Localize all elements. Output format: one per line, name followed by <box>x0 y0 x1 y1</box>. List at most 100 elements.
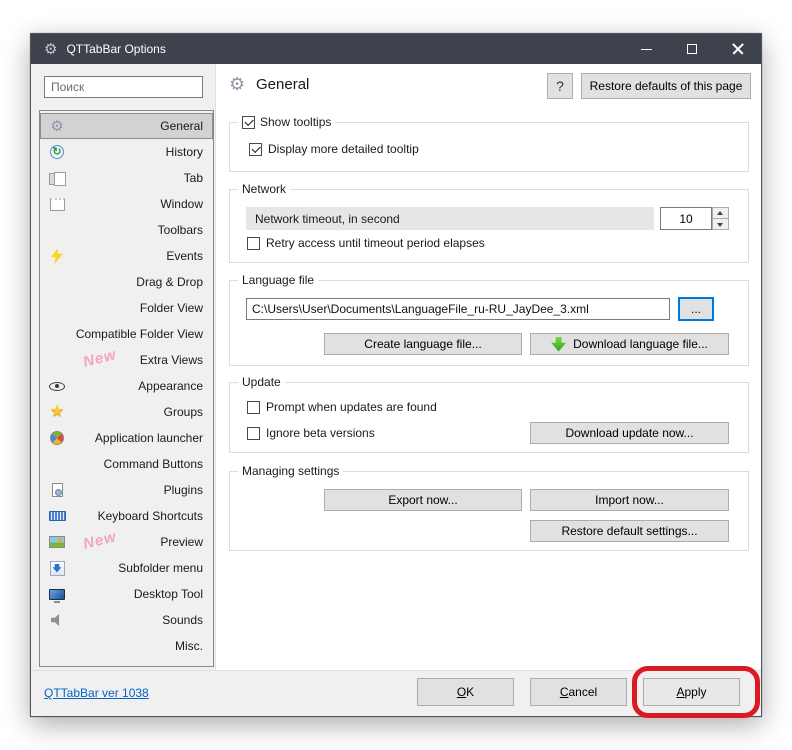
stepper-up-button[interactable] <box>712 207 729 219</box>
sidebar-item-appearance[interactable]: Appearance <box>40 373 213 399</box>
sidebar-item-label: Misc. <box>175 639 203 653</box>
sidebar-item-tab[interactable]: Tab <box>40 165 213 191</box>
sidebar-item-toolbars[interactable]: Toolbars <box>40 217 213 243</box>
sidebar-item-general[interactable]: ⚙ General <box>40 113 213 139</box>
restore-default-settings-button[interactable]: Restore default settings... <box>530 520 729 542</box>
sidebar-item-label: Appearance <box>138 379 203 393</box>
sidebar-item-window[interactable]: Window <box>40 191 213 217</box>
cancel-rest: ancel <box>568 685 598 699</box>
plugin-icon <box>51 483 63 497</box>
network-group: Network Network timeout, in second 10 Re… <box>229 182 749 263</box>
footer-bar: QTTabBar ver 1038 OK Cancel Apply <box>31 670 761 716</box>
sidebar-item-application-launcher[interactable]: Application launcher <box>40 425 213 451</box>
managing-group-title: Managing settings <box>242 464 340 478</box>
close-button[interactable] <box>715 34 761 64</box>
cancel-button[interactable]: Cancel <box>530 678 627 706</box>
version-link[interactable]: QTTabBar ver 1038 <box>44 686 149 700</box>
sidebar-item-label: Keyboard Shortcuts <box>97 509 203 523</box>
detailed-tooltip-label: Display more detailed tooltip <box>268 142 419 156</box>
language-file-group: Language file ... Create language file..… <box>229 273 749 366</box>
show-tooltips-label: Show tooltips <box>260 115 332 129</box>
page-gear-icon: ⚙ <box>229 74 246 94</box>
search-input[interactable] <box>44 76 203 98</box>
monitor-icon <box>49 588 65 603</box>
detailed-tooltip-checkbox[interactable] <box>249 142 262 156</box>
download-arrow-icon <box>551 336 567 352</box>
sidebar-item-label: Window <box>160 197 203 211</box>
minimize-icon <box>640 48 652 50</box>
tooltips-group: Show tooltips Display more detailed tool… <box>229 115 749 172</box>
sidebar-item-groups[interactable]: ★ Groups <box>40 399 213 425</box>
import-now-button[interactable]: Import now... <box>530 489 729 511</box>
sidebar-item-label: Extra Views <box>139 353 203 367</box>
prompt-updates-row: Prompt when updates are found <box>247 400 437 414</box>
network-timeout-bar: Network timeout, in second <box>246 207 654 230</box>
sidebar-item-compatible-folder-view[interactable]: Compatible Folder View <box>40 321 213 347</box>
download-update-button[interactable]: Download update now... <box>530 422 729 444</box>
network-group-legend: Network <box>238 182 291 196</box>
window-icon <box>49 197 65 211</box>
sidebar-item-label: Toolbars <box>157 223 203 237</box>
ok-key: O <box>456 685 467 699</box>
show-tooltips-checkbox[interactable] <box>242 115 255 129</box>
language-group-legend: Language file <box>238 273 319 287</box>
apply-rest: pply <box>684 685 707 699</box>
window-title: QTTabBar Options <box>66 42 166 56</box>
ignore-beta-checkbox[interactable] <box>247 426 260 440</box>
sidebar-item-label: Preview <box>160 535 203 549</box>
browse-button[interactable]: ... <box>678 297 714 321</box>
create-language-file-button[interactable]: Create language file... <box>324 333 522 355</box>
maximize-button[interactable] <box>669 34 715 64</box>
language-file-path-input[interactable] <box>246 298 670 320</box>
tab-icon <box>49 171 66 186</box>
gear-icon: ⚙ <box>50 117 64 135</box>
sidebar-item-preview[interactable]: Preview New <box>40 528 213 555</box>
main-panel: ⚙ General ? Restore defaults of this pag… <box>215 64 761 670</box>
minimize-button[interactable] <box>623 34 669 64</box>
app-gear-icon: ⚙ <box>44 40 58 58</box>
sidebar-item-label: Desktop Tool <box>133 587 203 601</box>
sidebar-item-drag-drop[interactable]: Drag & Drop <box>40 269 213 295</box>
detailed-tooltip-row: Display more detailed tooltip <box>249 142 419 156</box>
sidebar-item-events[interactable]: Events <box>40 243 213 269</box>
sidebar-item-label: Command Buttons <box>103 457 203 471</box>
retry-access-checkbox[interactable] <box>247 236 260 250</box>
sidebar-item-label: Folder View <box>139 301 203 315</box>
restore-defaults-page-button[interactable]: Restore defaults of this page <box>581 73 751 99</box>
network-timeout-input[interactable]: 10 <box>660 207 712 230</box>
sidebar-item-subfolder-menu[interactable]: Subfolder menu <box>40 555 213 581</box>
history-icon <box>50 145 64 159</box>
retry-access-label: Retry access until timeout period elapse… <box>266 236 485 250</box>
sidebar-item-extra-views[interactable]: Extra Views New <box>40 346 213 373</box>
sidebar-item-keyboard-shortcuts[interactable]: Keyboard Shortcuts <box>40 503 213 529</box>
category-list: ⚙ General History Tab Window Toolbars Events Dr… <box>39 110 214 667</box>
help-button[interactable]: ? <box>547 73 573 99</box>
sidebar-item-label: Application launcher <box>94 431 203 445</box>
sidebar-item-folder-view[interactable]: Folder View <box>40 295 213 321</box>
apply-key: A <box>676 685 685 699</box>
sidebar-item-misc[interactable]: Misc. <box>40 633 213 659</box>
language-group-title: Language file <box>242 273 315 287</box>
sidebar-item-label: Compatible Folder View <box>75 327 203 341</box>
stepper-down-button[interactable] <box>712 219 729 230</box>
prompt-updates-checkbox[interactable] <box>247 400 260 414</box>
sidebar-item-history[interactable]: History <box>40 139 213 165</box>
page-title: General <box>256 76 310 93</box>
image-icon <box>49 536 65 548</box>
sidebar-item-plugins[interactable]: Plugins <box>40 477 213 503</box>
export-now-button[interactable]: Export now... <box>324 489 522 511</box>
sidebar-item-label: Tab <box>183 171 203 185</box>
sidebar-item-desktop-tool[interactable]: Desktop Tool <box>40 581 213 607</box>
tooltips-group-legend: Show tooltips <box>238 115 336 129</box>
sidebar-item-label: Groups <box>163 405 203 419</box>
downarrow-icon <box>49 560 65 576</box>
ok-button[interactable]: OK <box>417 678 514 706</box>
ok-rest: K <box>466 685 475 699</box>
sidebar-item-sounds[interactable]: Sounds <box>40 607 213 633</box>
close-icon <box>732 43 744 55</box>
sidebar-item-command-buttons[interactable]: Command Buttons <box>40 451 213 477</box>
apply-button[interactable]: Apply <box>643 678 740 706</box>
download-language-file-button[interactable]: Download language file... <box>530 333 729 355</box>
sidebar-item-label: Events <box>166 249 203 263</box>
eye-icon <box>49 381 65 391</box>
